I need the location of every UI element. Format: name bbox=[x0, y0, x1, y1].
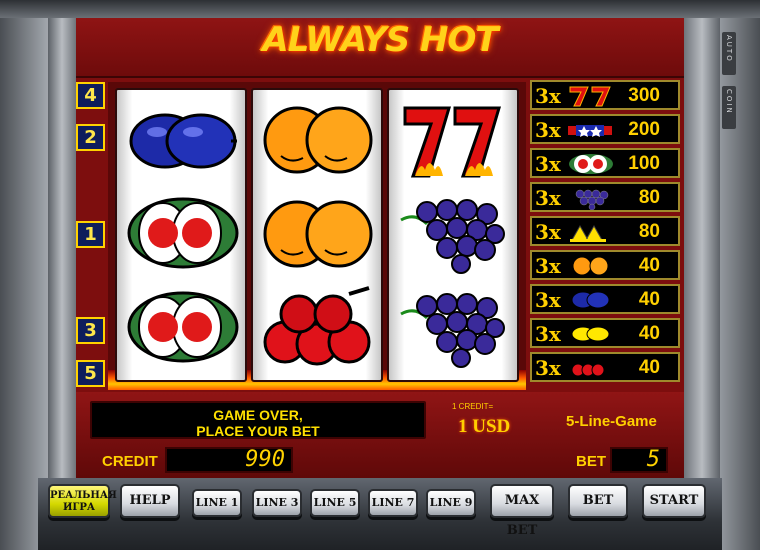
paytable-row: 3x 200 bbox=[530, 114, 680, 144]
coin-tab[interactable]: COIN bbox=[722, 86, 736, 129]
paytable-row: 3x 40 bbox=[530, 284, 680, 314]
paytable-payout: 40 bbox=[638, 323, 660, 344]
credit-rate-value: 1 USD bbox=[458, 416, 511, 437]
paytable-multiplier: 3x bbox=[535, 84, 561, 108]
paytable-payout: 40 bbox=[638, 357, 660, 378]
paytable-multiplier: 3x bbox=[535, 152, 561, 176]
paytable-row: 3x 40 bbox=[530, 318, 680, 348]
melon-icon bbox=[569, 154, 613, 174]
cabinet-right-pillar bbox=[684, 18, 720, 488]
line-1-button[interactable]: LINE 1 bbox=[192, 489, 242, 517]
credit-display: 990 bbox=[165, 447, 293, 473]
game-title: ALWAYS HOT bbox=[262, 20, 498, 60]
status-message-line1: GAME OVER, bbox=[213, 407, 303, 423]
auto-tab-label: AUTO bbox=[725, 35, 733, 63]
cabinet-left-pillar bbox=[48, 18, 76, 488]
help-button[interactable]: HELP bbox=[120, 484, 180, 518]
melon-icon bbox=[127, 291, 239, 363]
paytable-row: 3x 40 bbox=[530, 250, 680, 280]
paytable-multiplier: 3x bbox=[535, 220, 561, 244]
real-game-button[interactable]: РЕАЛЬНАЯ ИГРА bbox=[48, 484, 117, 518]
paytable-row: 3x 80 bbox=[530, 182, 680, 212]
line-marker-2[interactable]: 2 bbox=[76, 124, 105, 151]
grapes-icon bbox=[400, 293, 505, 368]
plum-icon bbox=[571, 291, 610, 309]
cherry-icon bbox=[263, 286, 371, 366]
bet-button[interactable]: BET bbox=[568, 484, 628, 518]
orange-icon bbox=[263, 200, 373, 268]
paytable-multiplier: 3x bbox=[535, 118, 561, 142]
line-marker-5[interactable]: 5 bbox=[76, 360, 105, 387]
max-bet-button[interactable]: MAX BET bbox=[490, 484, 554, 538]
paytable-payout: 80 bbox=[638, 221, 660, 242]
paytable-multiplier: 3x bbox=[535, 186, 561, 210]
game-mode-label: 5-Line-Game bbox=[566, 413, 657, 430]
paytable-row: 3x 300 bbox=[530, 80, 680, 110]
bell-icon bbox=[570, 224, 606, 242]
paytable-payout: 200 bbox=[628, 119, 660, 140]
paytable: 3x 300 3x 200 3x 100 3x 80 3x 80 3x 40 3… bbox=[530, 80, 680, 386]
lemon-icon bbox=[571, 326, 610, 342]
line-3-button[interactable]: LINE 3 bbox=[252, 489, 302, 517]
paytable-multiplier: 3x bbox=[535, 254, 561, 278]
grapes-icon bbox=[575, 189, 609, 210]
grapes-icon bbox=[400, 199, 505, 274]
cherry-icon bbox=[571, 363, 605, 377]
line-5-button[interactable]: LINE 5 bbox=[310, 489, 360, 517]
paytable-payout: 40 bbox=[638, 255, 660, 276]
paytable-payout: 300 bbox=[628, 85, 660, 106]
paytable-multiplier: 3x bbox=[535, 322, 561, 346]
seven-icon bbox=[569, 86, 611, 107]
reel-2 bbox=[251, 88, 383, 382]
reel-1 bbox=[115, 88, 247, 382]
status-message: GAME OVER, PLACE YOUR BET bbox=[90, 401, 426, 439]
credit-rate-label: 1 CREDIT= bbox=[452, 402, 494, 411]
paytable-row: 3x 80 bbox=[530, 216, 680, 246]
orange-icon bbox=[263, 106, 373, 174]
credit-label: CREDIT bbox=[102, 453, 158, 470]
orange-icon bbox=[572, 256, 609, 276]
paytable-multiplier: 3x bbox=[535, 288, 561, 312]
coin-tab-label: COIN bbox=[725, 89, 733, 115]
start-button[interactable]: START bbox=[642, 484, 706, 518]
line-marker-1[interactable]: 1 bbox=[76, 221, 105, 248]
line-marker-4[interactable]: 4 bbox=[76, 82, 105, 109]
line-9-button[interactable]: LINE 9 bbox=[426, 489, 476, 517]
bet-label: BET bbox=[576, 453, 606, 470]
reel-3 bbox=[387, 88, 519, 382]
line-markers: 4 2 1 3 5 bbox=[76, 78, 108, 390]
plum-icon bbox=[129, 113, 237, 169]
star-icon bbox=[568, 125, 612, 137]
melon-icon bbox=[127, 197, 239, 269]
line-marker-3[interactable]: 3 bbox=[76, 317, 105, 344]
status-message-line2: PLACE YOUR BET bbox=[196, 423, 320, 439]
paytable-payout: 80 bbox=[638, 187, 660, 208]
paytable-row: 3x 100 bbox=[530, 148, 680, 178]
real-game-label-1: РЕАЛЬНАЯ bbox=[50, 490, 117, 501]
auto-tab[interactable]: AUTO bbox=[722, 32, 736, 75]
real-game-label-2: ИГРА bbox=[62, 502, 96, 513]
bet-display: 5 bbox=[610, 447, 668, 473]
paytable-multiplier: 3x bbox=[535, 356, 561, 380]
paytable-row: 3x 40 bbox=[530, 352, 680, 382]
line-7-button[interactable]: LINE 7 bbox=[368, 489, 418, 517]
paytable-payout: 40 bbox=[638, 289, 660, 310]
paytable-payout: 100 bbox=[628, 153, 660, 174]
seven-icon bbox=[403, 106, 502, 178]
cabinet-top bbox=[0, 0, 760, 18]
